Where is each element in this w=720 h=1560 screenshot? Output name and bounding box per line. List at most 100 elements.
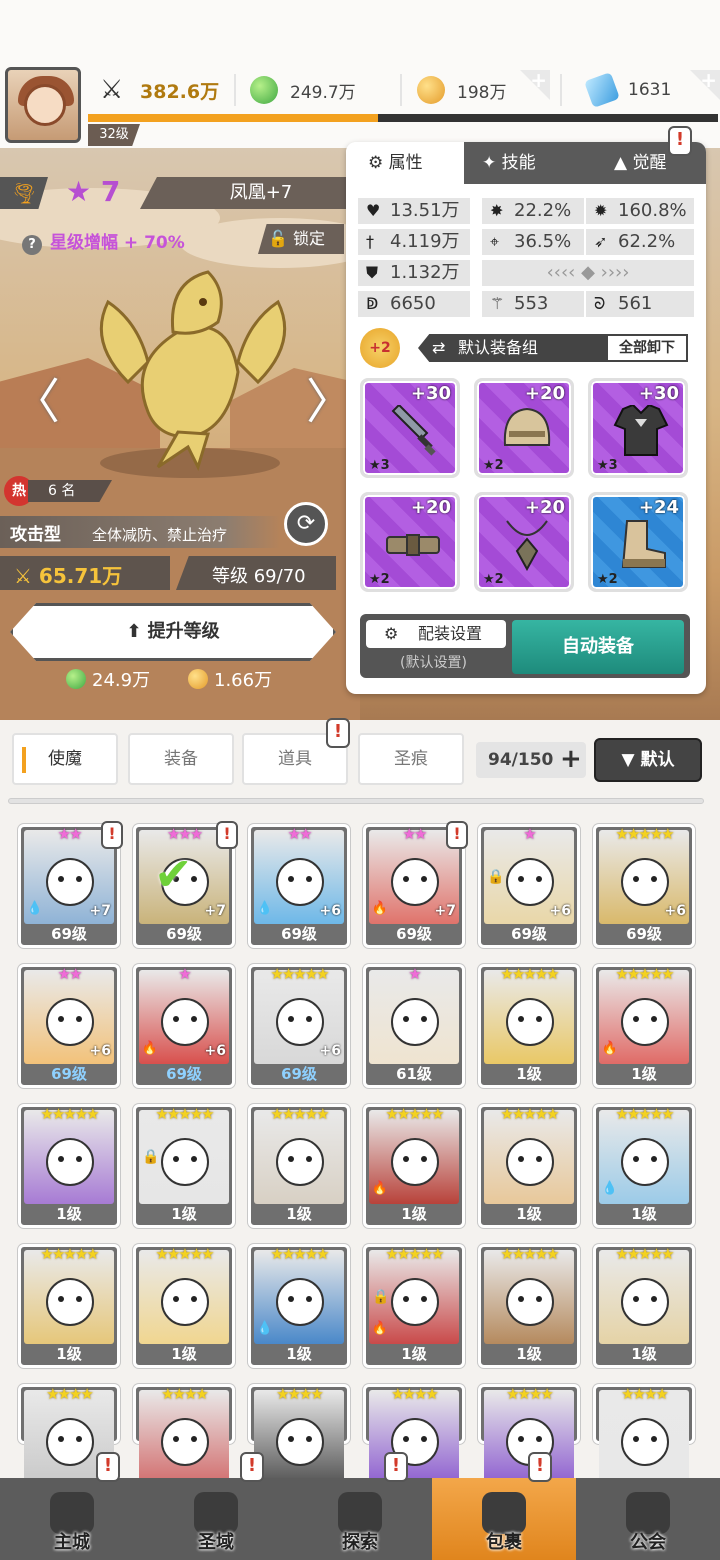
familiar-stars: ★★★★★ xyxy=(40,1245,99,1263)
triangle-down-icon: ▼ xyxy=(621,750,641,770)
familiar-stars: ★★ xyxy=(57,965,83,983)
equipment-stars: ★3 xyxy=(369,458,390,473)
target-icon: ⌖ xyxy=(490,232,500,251)
familiar-level: 69级 xyxy=(51,925,87,943)
familiar-card[interactable]: ★★★★★ 1级 xyxy=(478,964,580,1088)
familiar-card[interactable]: ★★★★★ 1级 xyxy=(18,1244,120,1368)
equipment-slot-armor[interactable]: +30 ★3 xyxy=(588,378,688,478)
familiar-card[interactable]: ★★★★★ 🔥 1级 xyxy=(363,1104,465,1228)
phoenix-hero-sprite[interactable] xyxy=(88,262,298,472)
familiar-stars: ★★★★ xyxy=(161,1385,209,1403)
divider xyxy=(234,74,236,106)
upgrade-level-button[interactable]: ⬆ 提升等级 xyxy=(10,603,336,661)
alert-icon: ! xyxy=(96,1452,120,1482)
familiar-card[interactable]: ★★★★ xyxy=(363,1384,465,1484)
speed-icon: ➶ xyxy=(594,232,608,251)
familiar-card[interactable]: ★★★★ xyxy=(248,1384,350,1484)
swap-hero-button[interactable]: ⟳ xyxy=(284,502,328,546)
familiar-stars: ★★★★ xyxy=(506,1385,554,1403)
nav-item-guild[interactable]: 公会 xyxy=(576,1478,720,1560)
familiar-card[interactable]: ★★★★ xyxy=(133,1384,235,1484)
equipment-slot-sword[interactable]: +30 ★3 xyxy=(360,378,460,478)
category-equipment[interactable]: 装备 xyxy=(128,733,234,785)
familiar-card[interactable]: ★★★★★ 1级 xyxy=(593,1244,695,1368)
alert-icon: ! xyxy=(101,821,123,849)
familiar-portrait xyxy=(369,970,459,1064)
previous-hero-arrow[interactable]: 〈 xyxy=(12,362,60,432)
familiar-card[interactable]: ★★ 🔥 +7 69级! xyxy=(363,821,468,948)
lock-icon: 🔒 xyxy=(372,1289,390,1305)
help-icon[interactable]: ? xyxy=(22,235,42,255)
familiar-card[interactable]: ★★★★★ +6 69级 xyxy=(248,964,350,1088)
familiar-portrait xyxy=(484,1250,574,1344)
tab-skills[interactable]: ✦ 技能 xyxy=(464,142,584,184)
familiar-card[interactable]: ★ 🔥 +6 69级 xyxy=(133,964,235,1088)
player-avatar[interactable] xyxy=(5,67,81,143)
loadout-config-button[interactable]: ⚙ 配装设置 xyxy=(366,620,506,648)
nav-item-castle[interactable]: 主城! xyxy=(0,1452,144,1560)
warning-icon: ‹‹‹‹ ◆ ›››› xyxy=(546,262,630,283)
familiar-card[interactable]: ★★★★★ 💧 1级 xyxy=(593,1104,695,1228)
hero-type: 攻击型 xyxy=(10,525,61,545)
expand-inventory-button[interactable]: + xyxy=(560,742,582,776)
familiar-portrait xyxy=(254,1110,344,1204)
necklace-icon xyxy=(499,519,555,572)
familiar-plus: +6 xyxy=(319,1043,341,1059)
category-stigmata[interactable]: 圣痕 xyxy=(358,733,464,785)
familiar-card[interactable]: ★★★★ xyxy=(593,1384,695,1484)
familiar-plus: +6 xyxy=(664,903,686,919)
familiar-card[interactable]: ★★★★ xyxy=(478,1384,580,1484)
lock-icon: 🔒 xyxy=(487,869,505,885)
familiar-card[interactable]: ★★ 💧 +7 69级! xyxy=(18,821,123,948)
familiar-card[interactable]: ★★★★★ 🔥 1级 xyxy=(593,964,695,1088)
familiar-stars: ★★★★★ xyxy=(385,1245,444,1263)
unequip-all-button[interactable]: 全部卸下 xyxy=(606,334,688,362)
familiar-plus: +6 xyxy=(204,1043,226,1059)
green-gem-icon xyxy=(250,76,278,104)
familiar-card[interactable]: ★★★★★ 1级 xyxy=(18,1104,120,1228)
familiar-card[interactable]: ★ 61级 xyxy=(363,964,465,1088)
familiar-card[interactable]: ★★★ ✔ +7 69级! xyxy=(133,821,238,948)
equipment-stars: ★2 xyxy=(483,458,504,473)
nav-item-portal[interactable]: 圣域! xyxy=(144,1452,288,1560)
element-icon: 🔥 xyxy=(371,901,389,916)
familiar-card[interactable]: ★★★★★ +6 69级 xyxy=(593,824,695,948)
familiar-card[interactable]: ★★★★★ 1级 xyxy=(478,1244,580,1368)
nav-item-explore[interactable]: 探索! xyxy=(288,1452,432,1560)
familiar-stars: ★★★★★ xyxy=(155,1245,214,1263)
loadout-bonus-badge[interactable]: +2 xyxy=(360,328,400,368)
sort-dropdown[interactable]: ▼ 默认 xyxy=(594,738,702,782)
equipment-slot-helmet[interactable]: +20 ★2 xyxy=(474,378,574,478)
category-familiar[interactable]: 使魔 xyxy=(12,733,118,785)
equipment-slot-necklace[interactable]: +20 ★2 xyxy=(474,492,574,592)
familiar-card[interactable]: ★★★★★ 1级 xyxy=(478,1104,580,1228)
familiar-card[interactable]: ★ 🔒 +6 69级 xyxy=(478,824,580,948)
loadout-selector[interactable]: ⇄ 默认装备组 xyxy=(418,334,606,362)
checkmark-icon: ✔ xyxy=(154,847,193,901)
familiar-card[interactable]: ★★★★★ 💧 1级 xyxy=(248,1244,350,1368)
familiar-card[interactable]: ★★★★★ 1级 xyxy=(248,1104,350,1228)
familiar-level: 1级 xyxy=(631,1205,657,1223)
familiar-level: 1级 xyxy=(401,1345,427,1363)
familiar-card[interactable]: ★★★★★ 🔒 🔥 1级 xyxy=(363,1244,465,1368)
tab-attributes[interactable]: ⚙ 属性 xyxy=(346,142,464,184)
equipment-slot-belt[interactable]: +20 ★2 xyxy=(360,492,460,592)
familiar-card[interactable]: ★★ +6 69级 xyxy=(18,964,120,1088)
auto-equip-button[interactable]: 自动装备 xyxy=(512,620,684,674)
familiar-card[interactable]: ★★★★★ 1级 xyxy=(133,1244,235,1368)
stat-crit-damage: ✹ 160.8% xyxy=(586,198,694,224)
familiar-card[interactable]: ★★ 💧 +6 69级 xyxy=(248,824,350,948)
familiar-card[interactable]: ★★★★ xyxy=(18,1384,120,1484)
nav-item-bag[interactable]: 包裹! xyxy=(432,1452,576,1560)
familiar-card[interactable]: ★★★★★ 🔒 1级 xyxy=(133,1104,235,1228)
gear-icon: ⚙ xyxy=(384,624,399,643)
equipment-stars: ★2 xyxy=(597,572,618,587)
equipment-level: +20 xyxy=(524,383,565,404)
lock-button[interactable]: 🔓 锁定 xyxy=(258,224,344,254)
sword-icon xyxy=(385,403,441,457)
familiar-level: 69级 xyxy=(166,925,202,943)
element-icon: 🔥 xyxy=(371,1181,389,1196)
equipment-slot-boots[interactable]: +24 ★2 xyxy=(588,492,688,592)
familiar-level: 69级 xyxy=(626,925,662,943)
star-boost[interactable]: ? 星级增幅 + 70% xyxy=(22,228,185,255)
